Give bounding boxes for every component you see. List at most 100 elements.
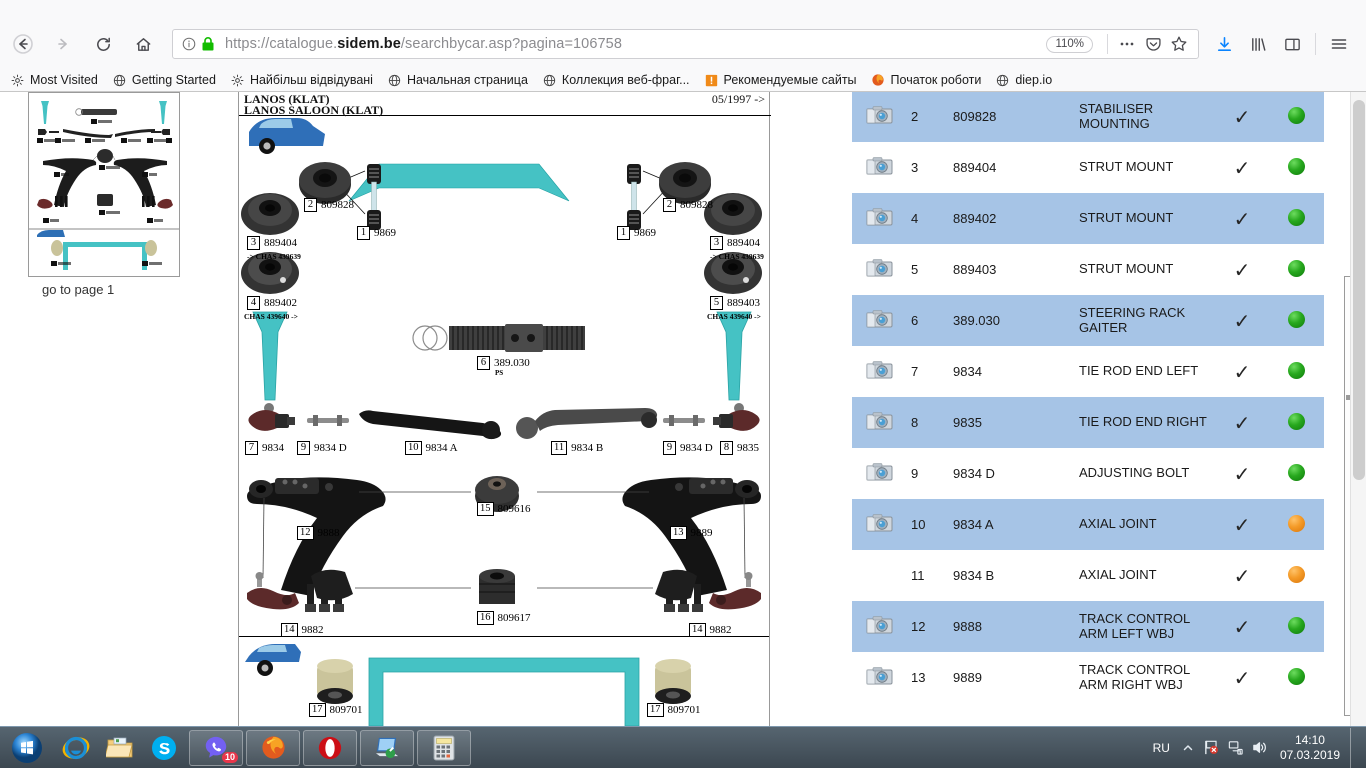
lock-icon[interactable]: [199, 34, 217, 54]
table-row[interactable]: 9 9834 D ADJUSTING BOLT ✓: [852, 448, 1324, 499]
table-row[interactable]: 5 889403 STRUT MOUNT ✓: [852, 244, 1324, 295]
volume-icon[interactable]: [1248, 736, 1272, 760]
language-indicator[interactable]: RU: [1147, 741, 1176, 755]
goto-page-link[interactable]: go to page 1: [42, 282, 114, 297]
globe-icon: [112, 73, 127, 88]
star-icon[interactable]: [1166, 31, 1192, 57]
internet-explorer-icon[interactable]: [54, 729, 98, 767]
start-button[interactable]: [0, 728, 54, 768]
model-date-range: 05/1997 ->: [711, 92, 765, 106]
callout-3-right-note: -> CHAS 439639: [710, 252, 764, 261]
bookmark-item-5[interactable]: Рекомендуемые сайты: [704, 73, 857, 88]
bookmark-item-0[interactable]: Most Visited: [10, 73, 98, 88]
availability-check: ✓: [1215, 295, 1269, 346]
camera-cell[interactable]: [852, 92, 907, 142]
home-button[interactable]: [126, 27, 160, 61]
camera-icon[interactable]: [866, 513, 893, 533]
taskbar-item-firefox[interactable]: [246, 729, 300, 766]
clock-time: 14:10: [1294, 732, 1325, 747]
camera-cell[interactable]: [852, 499, 907, 550]
camera-icon[interactable]: [866, 462, 893, 482]
url-host: sidem.be: [337, 36, 401, 52]
bookmark-item-2[interactable]: Найбільш відвідувані: [230, 73, 373, 88]
status-badge: [1269, 142, 1324, 193]
camera-cell[interactable]: [852, 244, 907, 295]
availability-check: ✓: [1215, 193, 1269, 244]
pocket-icon[interactable]: [1140, 31, 1166, 57]
taskbar-item-remote-desktop[interactable]: [360, 729, 414, 766]
camera-cell[interactable]: [852, 652, 907, 703]
part-description: TIE ROD END RIGHT: [1075, 397, 1215, 448]
camera-icon[interactable]: [866, 156, 893, 176]
camera-icon[interactable]: [866, 666, 893, 686]
table-row[interactable]: 12 9888 TRACK CONTROL ARM LEFT WBJ ✓: [852, 601, 1324, 652]
bookmark-item-1[interactable]: Getting Started: [112, 73, 216, 88]
bookmark-item-6[interactable]: Початок роботи: [871, 73, 981, 88]
bookmark-item-7[interactable]: diep.io: [995, 73, 1052, 88]
skype-icon[interactable]: [142, 729, 186, 767]
bushing-809701-left: [317, 659, 353, 704]
back-button[interactable]: [6, 27, 40, 61]
taskbar-item-calculator[interactable]: [417, 729, 471, 766]
bookmark-item-4[interactable]: Коллекция веб-фраг...: [542, 73, 690, 88]
row-number: 9: [911, 466, 919, 481]
page-scrollbar[interactable]: [1350, 92, 1366, 726]
page-thumbnail[interactable]: [28, 92, 180, 277]
camera-cell[interactable]: [852, 601, 907, 652]
camera-icon[interactable]: [866, 360, 893, 380]
table-row[interactable]: 8 9835 TIE ROD END RIGHT ✓: [852, 397, 1324, 448]
camera-cell[interactable]: [852, 397, 907, 448]
row-number: 12: [907, 601, 949, 652]
taskbar-item-opera[interactable]: [303, 729, 357, 766]
file-explorer-icon[interactable]: [98, 729, 142, 767]
table-row[interactable]: 2 809828 STABILISER MOUNTING ✓: [852, 92, 1324, 142]
camera-icon[interactable]: [866, 411, 893, 431]
show-hidden-icon[interactable]: [1176, 736, 1200, 760]
bookmark-item-3[interactable]: Начальная страница: [387, 73, 528, 88]
camera-cell[interactable]: [852, 295, 907, 346]
zoom-level-badge[interactable]: 110%: [1046, 35, 1093, 53]
ellipsis-icon[interactable]: [1114, 31, 1140, 57]
availability-check: ✓: [1215, 397, 1269, 448]
part-reference: 889403: [953, 262, 997, 277]
camera-icon[interactable]: [866, 615, 893, 635]
camera-cell[interactable]: [852, 193, 907, 244]
info-icon[interactable]: [179, 34, 199, 54]
sidebar-icon[interactable]: [1277, 29, 1307, 59]
library-icon[interactable]: [1243, 29, 1273, 59]
toolbar-separator: [1315, 33, 1316, 55]
camera-cell[interactable]: [852, 142, 907, 193]
url-scheme: https://: [225, 36, 270, 52]
bookmark-label: Начальная страница: [406, 73, 528, 87]
table-row[interactable]: 6 389.030 STEERING RACK GAITER ✓: [852, 295, 1324, 346]
camera-icon[interactable]: [866, 105, 893, 125]
flag-action-center-icon[interactable]: [1200, 736, 1224, 760]
gear-icon: [10, 73, 25, 88]
reload-button[interactable]: [86, 27, 120, 61]
show-desktop-button[interactable]: [1350, 727, 1360, 768]
row-number: 8: [907, 397, 949, 448]
forward-button[interactable]: [46, 27, 80, 61]
table-row[interactable]: 3 889404 STRUT MOUNT ✓: [852, 142, 1324, 193]
table-row[interactable]: 7 9834 TIE ROD END LEFT ✓: [852, 346, 1324, 397]
status-dot-green: [1288, 157, 1305, 175]
table-row[interactable]: 10 9834 A AXIAL JOINT ✓: [852, 499, 1324, 550]
camera-icon[interactable]: [866, 258, 893, 278]
clock[interactable]: 14:10 07.03.2019: [1272, 733, 1350, 763]
table-row[interactable]: 4 889402 STRUT MOUNT ✓: [852, 193, 1324, 244]
availability-check: ✓: [1215, 601, 1269, 652]
table-row[interactable]: 11 9834 B AXIAL JOINT ✓: [852, 550, 1324, 601]
camera-icon[interactable]: [866, 207, 893, 227]
row-number: 11: [911, 568, 925, 583]
url-bar[interactable]: https://catalogue.sidem.be/searchbycar.a…: [172, 29, 1199, 59]
table-row[interactable]: 13 9889 TRACK CONTROL ARM RIGHT WBJ ✓: [852, 652, 1324, 703]
camera-cell[interactable]: [852, 448, 907, 499]
network-icon[interactable]: [1224, 736, 1248, 760]
hamburger-menu-icon[interactable]: [1324, 29, 1354, 59]
camera-icon[interactable]: [866, 309, 893, 329]
page-scrollbar-thumb[interactable]: [1353, 100, 1365, 480]
download-icon[interactable]: [1209, 29, 1239, 59]
taskbar-item-viber[interactable]: 10: [189, 729, 243, 766]
url-text[interactable]: https://catalogue.sidem.be/searchbycar.a…: [217, 36, 1046, 52]
camera-cell[interactable]: [852, 346, 907, 397]
